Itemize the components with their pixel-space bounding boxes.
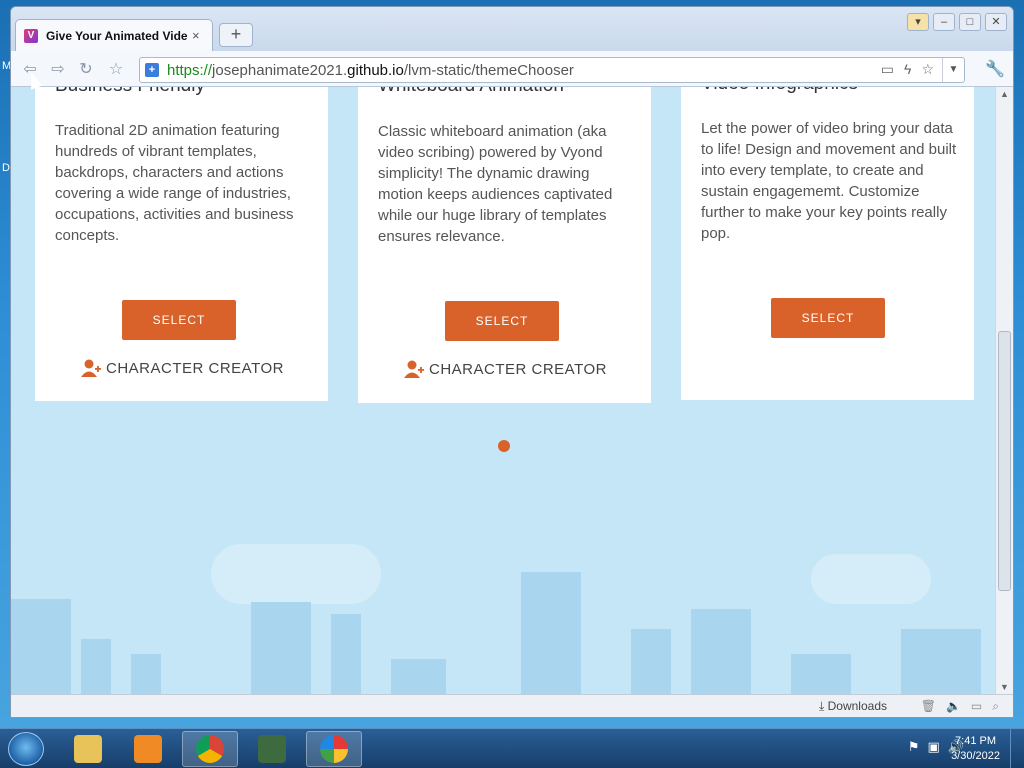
taskbar-explorer[interactable]: [60, 731, 116, 767]
browser-tab[interactable]: V Give Your Animated Vide ×: [15, 19, 213, 51]
downloads-button[interactable]: ⤓ Downloads: [819, 699, 887, 714]
title-bar: V Give Your Animated Vide × + ▾ – □ ✕: [11, 7, 1013, 51]
select-button[interactable]: SELECT: [122, 300, 236, 340]
card-description: Classic whiteboard animation (aka video …: [378, 123, 613, 245]
monitor-icon: [258, 735, 286, 763]
card-description: Let the power of video bring your data t…: [701, 120, 957, 242]
tab-title: Give Your Animated Vide: [46, 28, 188, 43]
card-title: Video Infographics: [701, 87, 858, 95]
add-person-icon: [404, 360, 424, 378]
desktop-icon-label: D: [2, 162, 10, 174]
network-icon[interactable]: ▣: [928, 739, 940, 755]
scroll-down-icon[interactable]: ▼: [1000, 682, 1009, 692]
favorite-star-icon[interactable]: ☆: [921, 61, 934, 78]
media-player-icon: [134, 735, 162, 763]
show-desktop-button[interactable]: [1010, 729, 1024, 768]
select-button[interactable]: SELECT: [445, 301, 559, 341]
page-content: Business Friendly Traditional 2D animati…: [11, 87, 997, 694]
start-button[interactable]: [8, 732, 44, 766]
forward-icon[interactable]: ⇨: [47, 59, 69, 81]
character-creator-link[interactable]: CHARACTER CREATOR: [403, 359, 607, 379]
navigation-toolbar: ⇦ ⇨ ↻ ☆ + https://josephanimate2021.gith…: [11, 51, 1013, 87]
add-person-icon: [81, 359, 101, 377]
url-text[interactable]: https://josephanimate2021.github.io/lvm-…: [167, 62, 574, 79]
card-title: Whiteboard Animation: [378, 87, 564, 97]
security-shield-icon: +: [145, 63, 159, 77]
taskbar-monitor-app[interactable]: [244, 731, 300, 767]
scrollbar-thumb[interactable]: [998, 331, 1011, 591]
chrome-icon: [196, 735, 224, 763]
lightning-icon[interactable]: ϟ: [904, 61, 911, 78]
character-creator-link[interactable]: CHARACTER CREATOR: [80, 358, 284, 378]
vertical-scrollbar[interactable]: ▲ ▼: [995, 87, 1013, 694]
zoom-icon[interactable]: ⌕: [992, 699, 999, 714]
card-description: Traditional 2D animation featuring hundr…: [55, 122, 294, 244]
theme-card-whiteboard-animation: Whiteboard Animation Classic whiteboard …: [358, 87, 651, 403]
taskbar-media-player[interactable]: [120, 731, 176, 767]
address-bar[interactable]: + https://josephanimate2021.github.io/lv…: [139, 57, 965, 83]
settings-wrench-icon[interactable]: 🔧: [985, 59, 1005, 79]
reload-icon[interactable]: ↻: [75, 59, 97, 81]
theme-icon[interactable]: ▾: [907, 13, 929, 31]
card-title: Business Friendly: [55, 87, 205, 97]
bookmark-star-icon[interactable]: ☆: [105, 59, 127, 81]
theme-card-business-friendly: Business Friendly Traditional 2D animati…: [35, 87, 328, 401]
screen-icon[interactable]: ▭: [971, 699, 982, 714]
clock[interactable]: 7:41 PM 3/30/2022: [951, 734, 1000, 764]
city-skyline-background: [11, 544, 997, 694]
select-button[interactable]: SELECT: [771, 298, 885, 338]
volume-icon[interactable]: 🔈: [946, 699, 961, 714]
carousel-dot[interactable]: [498, 440, 510, 452]
windows-taskbar: ⚑ ▣ 🔊 7:41 PM 3/30/2022: [0, 728, 1024, 768]
folder-icon: [74, 735, 102, 763]
tab-close-icon[interactable]: ×: [192, 28, 200, 43]
action-center-icon[interactable]: ⚑: [908, 739, 920, 755]
scroll-up-icon[interactable]: ▲: [1000, 89, 1009, 99]
trash-icon[interactable]: 🗑: [921, 699, 936, 714]
close-window-button[interactable]: ✕: [985, 13, 1007, 31]
site-favicon-icon: V: [24, 28, 38, 43]
browser-window: V Give Your Animated Vide × + ▾ – □ ✕ ⇦ …: [10, 6, 1014, 718]
address-dropdown-icon[interactable]: ▼: [942, 58, 964, 82]
theme-card-video-infographics: Video Infographics Let the power of vide…: [681, 87, 974, 400]
maximize-button[interactable]: □: [959, 13, 981, 31]
reader-mode-icon[interactable]: ▭: [881, 61, 894, 78]
downloads-bar: ⤓ Downloads 🗑 🔈 ▭ ⌕: [11, 694, 1013, 717]
taskbar-photos[interactable]: [306, 731, 362, 767]
taskbar-chrome[interactable]: [182, 731, 238, 767]
minimize-button[interactable]: –: [933, 13, 955, 31]
new-tab-button[interactable]: +: [219, 23, 253, 47]
pinwheel-icon: [320, 735, 348, 763]
